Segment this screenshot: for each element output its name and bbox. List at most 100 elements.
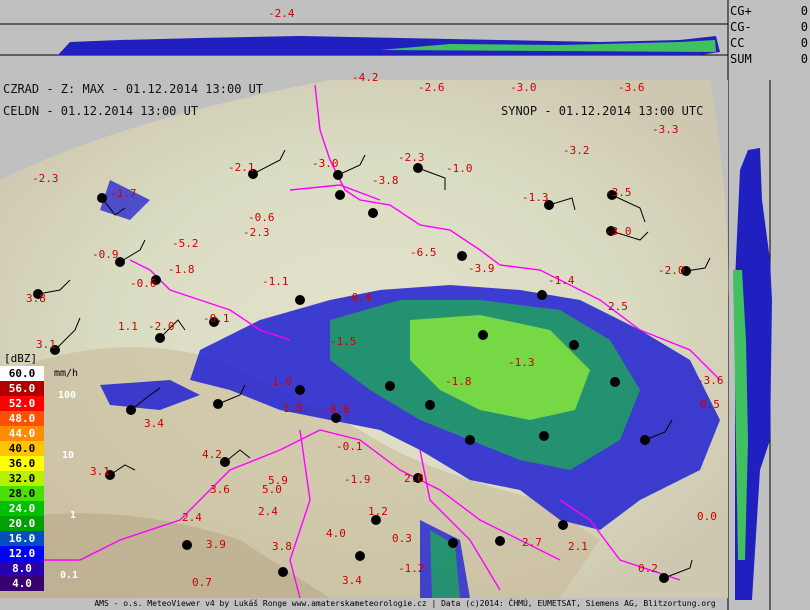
svg-text:-0.8: -0.8 <box>323 403 350 416</box>
svg-text:0.3: 0.3 <box>392 532 412 545</box>
count-row-sum: SUM 0 <box>730 52 808 68</box>
svg-text:-2.3: -2.3 <box>32 172 59 185</box>
svg-text:2.4: 2.4 <box>182 511 202 524</box>
svg-text:-3.0: -3.0 <box>312 157 339 170</box>
svg-text:0.2: 0.2 <box>638 562 658 575</box>
legend-level: 20.0 <box>0 516 44 531</box>
svg-text:1.1: 1.1 <box>118 320 138 333</box>
dbz-legend: [dBZ] mm/h 60.0 56.0 52.0 48.0 44.0 40.0 36.0 3… <box>0 352 78 596</box>
legend-level: 12.0 <box>0 546 44 561</box>
svg-text:4.2: 4.2 <box>202 448 222 461</box>
svg-text:-3.5: -3.5 <box>605 186 632 199</box>
svg-text:-3.3: -3.3 <box>652 123 679 136</box>
svg-text:-1.5: -1.5 <box>330 335 357 348</box>
svg-text:-1.3: -1.3 <box>522 191 549 204</box>
svg-text:-0.9: -0.9 <box>92 248 119 261</box>
rain-rate-label: 1 <box>70 510 77 521</box>
svg-text:2.4: 2.4 <box>258 505 278 518</box>
svg-text:3.4: 3.4 <box>342 574 362 587</box>
svg-text:-1.3: -1.3 <box>508 356 535 369</box>
legend-level: 52.0 <box>0 396 44 411</box>
svg-text:3.1: 3.1 <box>36 338 56 351</box>
svg-text:-2.4: -2.4 <box>268 7 295 20</box>
count-label: SUM <box>730 52 752 66</box>
legend-level: 56.0 <box>0 381 44 396</box>
svg-text:-4.2: -4.2 <box>352 71 379 84</box>
svg-text:-3.6: -3.6 <box>697 374 724 387</box>
legend-title: [dBZ] <box>4 352 38 365</box>
svg-text:-2.0: -2.0 <box>148 320 175 333</box>
svg-text:3.4: 3.4 <box>144 417 164 430</box>
legend-level: 36.0 <box>0 456 44 471</box>
legend-level: 28.0 <box>0 486 44 501</box>
svg-text:0.7: 0.7 <box>192 576 212 589</box>
svg-text:-3.2: -3.2 <box>563 144 590 157</box>
legend-level: 4.0 <box>0 576 44 591</box>
svg-text:1.2: 1.2 <box>368 505 388 518</box>
svg-text:3.8: 3.8 <box>26 292 46 305</box>
svg-text:3.6: 3.6 <box>210 483 230 496</box>
synop-product-title: SYNOP - 01.12.2014 13:00 UTC <box>501 104 704 118</box>
count-value: 0 <box>800 36 808 50</box>
svg-text:-3.6: -3.6 <box>618 81 645 94</box>
svg-text:2.5: 2.5 <box>608 300 628 313</box>
svg-text:-2.6: -2.6 <box>418 81 445 94</box>
count-row-cg-minus: CG- 0 <box>730 20 808 36</box>
count-value: 0 <box>800 4 808 18</box>
svg-text:-0.6: -0.6 <box>130 277 157 290</box>
svg-text:-3.9: -3.9 <box>468 262 495 275</box>
svg-text:1.0: 1.0 <box>272 375 292 388</box>
count-label: CG+ <box>730 4 752 18</box>
svg-text:-0.1: -0.1 <box>203 312 230 325</box>
svg-text:-1.7: -1.7 <box>110 187 137 200</box>
svg-text:-0.6: -0.6 <box>248 211 275 224</box>
svg-text:-5.2: -5.2 <box>172 237 199 250</box>
count-label: CG- <box>730 20 752 34</box>
svg-text:0.0: 0.0 <box>697 510 717 523</box>
count-row-cg-plus: CG+ 0 <box>730 4 808 20</box>
rain-rate-label: 0.1 <box>60 570 79 581</box>
svg-text:3.1: 3.1 <box>90 465 110 478</box>
legend-level: 60.0 <box>0 366 44 381</box>
count-label: CC <box>730 36 745 50</box>
count-value: 0 <box>800 20 808 34</box>
svg-text:-0.1: -0.1 <box>336 440 363 453</box>
lightning-counts-panel: CG+ 0 CG- 0 CC 0 SUM 0 <box>730 4 808 68</box>
legend-rate-unit: mm/h <box>54 368 79 379</box>
count-value: 0 <box>800 52 808 66</box>
svg-text:3.8: 3.8 <box>272 540 292 553</box>
svg-text:-2.3: -2.3 <box>398 151 425 164</box>
svg-text:-1.1: -1.1 <box>262 275 289 288</box>
svg-text:-2.3: -2.3 <box>243 226 270 239</box>
legend-level: 8.0 <box>0 561 44 576</box>
legend-level: 24.0 <box>0 501 44 516</box>
count-row-cc: CC 0 <box>730 36 808 52</box>
legend-level: 40.0 <box>0 441 44 456</box>
radar-product-title: CZRAD - Z: MAX - 01.12.2014 13:00 UT <box>3 82 264 96</box>
svg-text:-1.4: -1.4 <box>548 274 575 287</box>
legend-level: 32.0 <box>0 471 44 486</box>
svg-text:-2.1: -2.1 <box>228 161 255 174</box>
svg-text:-1.9: -1.9 <box>344 473 371 486</box>
svg-text:-6.5: -6.5 <box>410 246 437 259</box>
svg-text:-1.8: -1.8 <box>168 263 195 276</box>
svg-text:5.9: 5.9 <box>268 474 288 487</box>
svg-text:-1.8: -1.8 <box>445 375 472 388</box>
footer-credits: AMS - o.s. MeteoViewer v4 by Lukáš Ronge… <box>94 599 716 608</box>
svg-text:-1.0: -1.0 <box>446 162 473 175</box>
legend-level: 48.0 <box>0 411 44 426</box>
svg-text:-1.2: -1.2 <box>398 562 425 575</box>
legend-level: 44.0 <box>0 426 44 441</box>
svg-text:-3.0: -3.0 <box>510 81 537 94</box>
svg-text:2.1: 2.1 <box>568 540 588 553</box>
svg-text:3.9: 3.9 <box>206 538 226 551</box>
rain-rate-label: 10 <box>62 450 75 461</box>
svg-text:2.6: 2.6 <box>404 472 424 485</box>
lightning-product-title: CELDN - 01.12.2014 13:00 UT <box>3 104 199 118</box>
svg-text:-2.0: -2.0 <box>658 264 685 277</box>
svg-text:-3.0: -3.0 <box>605 225 632 238</box>
svg-text:1.6: 1.6 <box>283 402 303 415</box>
svg-text:-0.4: -0.4 <box>345 291 372 304</box>
svg-text:4.0: 4.0 <box>326 527 346 540</box>
legend-level: 16.0 <box>0 531 44 546</box>
